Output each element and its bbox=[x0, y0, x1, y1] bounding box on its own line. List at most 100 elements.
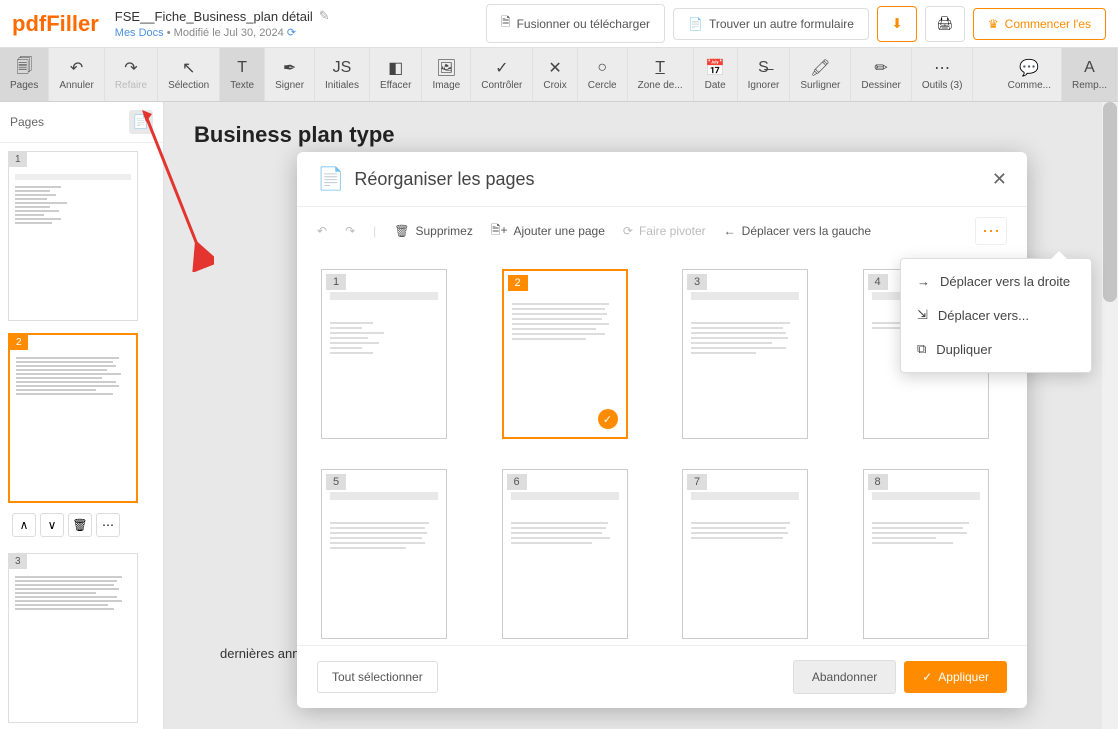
tool-highlight[interactable]: 🖍Surligner bbox=[790, 48, 851, 101]
cancel-button[interactable]: Abandonner bbox=[793, 660, 896, 694]
tool-date[interactable]: 📅Date bbox=[694, 48, 738, 101]
modal-rotate[interactable]: ⟳Faire pivoter bbox=[623, 224, 706, 238]
erase-icon: ◧ bbox=[388, 58, 403, 78]
document-title[interactable]: FSE__Fiche_Business_plan détail bbox=[115, 9, 313, 24]
cross-icon: ✕ bbox=[548, 58, 561, 78]
modal-header: 📄 Réorganiser les pages ✕ bbox=[297, 152, 1027, 207]
textbox-icon: T̲ bbox=[655, 58, 665, 78]
my-docs-link[interactable]: Mes Docs bbox=[115, 27, 164, 39]
check-icon: ✓ bbox=[495, 58, 508, 78]
modal-thumb[interactable]: 7 bbox=[682, 469, 808, 639]
tool-check[interactable]: ✓Contrôler bbox=[471, 48, 533, 101]
merge-download-button[interactable]: 🗎 Fusionner ou télécharger bbox=[486, 4, 665, 43]
more-actions-dropdown: →Déplacer vers la droite ⇲Déplacer vers.… bbox=[900, 258, 1092, 373]
modal-footer: Tout sélectionner Abandonner ✓Appliquer bbox=[297, 645, 1027, 708]
check-icon: ✓ bbox=[922, 670, 932, 684]
pages-sidebar: Pages 📄 1 2 ∧ ∨ 🗑 ⋯ bbox=[0, 102, 164, 729]
tool-draw[interactable]: ✏Dessiner bbox=[851, 48, 911, 101]
modal-thumb[interactable]: 5 bbox=[321, 469, 447, 639]
trash-icon: 🗑 bbox=[394, 224, 409, 238]
rearrange-pages-modal: 📄 Réorganiser les pages ✕ ↶ ↷ | 🗑Supprim… bbox=[297, 152, 1027, 708]
print-button[interactable]: 🖨 bbox=[925, 6, 965, 42]
calendar-icon: 📅 bbox=[705, 58, 725, 78]
move-up-button[interactable]: ∧ bbox=[12, 513, 36, 537]
sidebar-header: Pages 📄 bbox=[0, 102, 163, 143]
thumb-actions: ∧ ∨ 🗑 ⋯ bbox=[8, 509, 155, 541]
delete-page-button[interactable]: 🗑 bbox=[68, 513, 92, 537]
scrollbar-thumb[interactable] bbox=[1103, 102, 1117, 302]
gear-page-icon: 📄 bbox=[133, 114, 149, 130]
image-icon: 🖼 bbox=[436, 58, 456, 78]
tool-cross[interactable]: ✕Croix bbox=[533, 48, 577, 101]
dropdown-duplicate[interactable]: ⧉Dupliquer bbox=[901, 332, 1091, 366]
document-subtitle: Mes Docs • Modifié le Jul 30, 2024 ⟳ bbox=[115, 26, 330, 39]
comment-icon: 💬 bbox=[1019, 58, 1039, 78]
tool-initials[interactable]: JSInitiales bbox=[315, 48, 370, 101]
close-modal-button[interactable]: ✕ bbox=[992, 169, 1007, 190]
pencil-icon: ✏ bbox=[874, 58, 887, 78]
tool-zone[interactable]: T̲Zone de... bbox=[628, 48, 694, 101]
apply-button[interactable]: ✓Appliquer bbox=[904, 661, 1007, 693]
modal-more-button[interactable]: ⋯ bbox=[975, 217, 1007, 245]
merge-icon: 🗎 bbox=[501, 13, 511, 34]
redo-icon: ↷ bbox=[124, 58, 137, 78]
tool-sign[interactable]: ✒Signer bbox=[265, 48, 315, 101]
highlighter-icon: 🖍 bbox=[810, 58, 830, 78]
rearrange-pages-button[interactable]: 📄 bbox=[129, 110, 153, 134]
pages-icon: 🗐 bbox=[16, 58, 32, 78]
modal-redo[interactable]: ↷ bbox=[345, 224, 355, 238]
tool-selection[interactable]: ↖Sélection bbox=[158, 48, 220, 101]
sidebar-thumb[interactable]: 2 ∧ ∨ 🗑 ⋯ bbox=[8, 333, 155, 541]
tool-text[interactable]: TTexte bbox=[220, 48, 265, 101]
tool-undo[interactable]: ↶Annuler bbox=[49, 48, 104, 101]
tool-circle[interactable]: ○Cercle bbox=[578, 48, 628, 101]
document-info: FSE__Fiche_Business_plan détail ✎ Mes Do… bbox=[115, 8, 330, 39]
more-actions-button[interactable]: ⋯ bbox=[96, 513, 120, 537]
modal-thumb[interactable]: 2✓ bbox=[502, 269, 628, 439]
sidebar-thumbnails[interactable]: 1 2 ∧ ∨ 🗑 ⋯ 3 bbox=[0, 143, 163, 729]
add-page-icon: 🗎+ bbox=[491, 221, 508, 242]
dropdown-move-right[interactable]: →Déplacer vers la droite bbox=[901, 265, 1091, 298]
modal-move-left[interactable]: ←Déplacer vers la gauche bbox=[724, 224, 871, 238]
sign-icon: ✒ bbox=[283, 58, 296, 78]
find-form-button[interactable]: 📄 Trouver un autre formulaire bbox=[673, 8, 869, 40]
history-icon[interactable]: ⟳ bbox=[287, 27, 296, 39]
tool-image[interactable]: 🖼Image bbox=[422, 48, 471, 101]
document-heading: Business plan type bbox=[194, 122, 1088, 148]
select-all-button[interactable]: Tout sélectionner bbox=[317, 661, 438, 693]
initials-icon: JS bbox=[333, 58, 352, 78]
modal-add-page[interactable]: 🗎+Ajouter une page bbox=[491, 221, 605, 242]
start-trial-button[interactable]: ♛ Commencer l'es bbox=[973, 8, 1106, 40]
edit-title-icon[interactable]: ✎ bbox=[319, 8, 330, 24]
tool-redo[interactable]: ↷Refaire bbox=[105, 48, 158, 101]
sidebar-title: Pages bbox=[10, 115, 44, 129]
vertical-scrollbar[interactable] bbox=[1102, 102, 1118, 729]
document-title-row: FSE__Fiche_Business_plan détail ✎ bbox=[115, 8, 330, 24]
modal-delete[interactable]: 🗑Supprimez bbox=[394, 224, 473, 238]
circle-icon: ○ bbox=[597, 58, 607, 78]
arrow-left-icon: ← bbox=[724, 224, 736, 238]
move-to-icon: ⇲ bbox=[917, 307, 928, 323]
tool-pages[interactable]: 🗐Pages bbox=[0, 48, 49, 101]
strikeout-icon: S̶ bbox=[758, 58, 769, 78]
dropdown-move-to[interactable]: ⇲Déplacer vers... bbox=[901, 298, 1091, 332]
move-down-button[interactable]: ∨ bbox=[40, 513, 64, 537]
sidebar-thumb[interactable]: 3 bbox=[8, 553, 155, 723]
logo: pdfFiller bbox=[12, 11, 99, 37]
ellipsis-icon: ⋯ bbox=[982, 221, 1000, 242]
sidebar-thumb[interactable]: 1 bbox=[8, 151, 155, 321]
arrow-right-icon: → bbox=[917, 274, 930, 289]
fill-icon: A bbox=[1084, 58, 1095, 78]
download-button[interactable]: ⬇ bbox=[877, 6, 917, 42]
modal-thumb[interactable]: 6 bbox=[502, 469, 628, 639]
modal-thumb[interactable]: 1 bbox=[321, 269, 447, 439]
modal-thumb[interactable]: 3 bbox=[682, 269, 808, 439]
tool-erase[interactable]: ◧Effacer bbox=[370, 48, 423, 101]
modal-thumb[interactable]: 8 bbox=[863, 469, 989, 639]
tool-tools[interactable]: ⋯Outils (3) bbox=[912, 48, 974, 101]
modal-undo[interactable]: ↶ bbox=[317, 224, 327, 238]
tool-ignore[interactable]: S̶Ignorer bbox=[738, 48, 791, 101]
tool-comment[interactable]: 💬Comme... bbox=[998, 48, 1062, 101]
tool-fill[interactable]: ARemp... bbox=[1062, 48, 1118, 101]
more-tools-icon: ⋯ bbox=[934, 58, 950, 78]
